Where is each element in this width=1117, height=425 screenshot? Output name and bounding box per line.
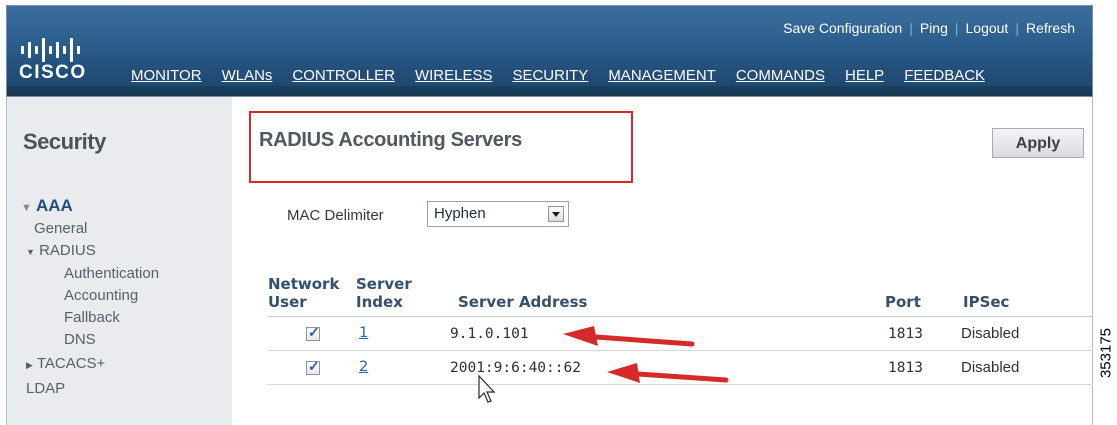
network-user-checkbox[interactable] <box>306 358 320 375</box>
logout-link[interactable]: Logout <box>959 20 1016 36</box>
sidebar-item-accounting[interactable]: Accounting <box>64 287 138 304</box>
server-index-link[interactable]: 1 <box>359 325 368 341</box>
chevron-down-icon <box>548 206 564 222</box>
save-configuration-link[interactable]: Save Configuration <box>776 20 909 36</box>
cisco-brand: CISCO <box>19 62 87 83</box>
nav-commands[interactable]: COMMANDS <box>726 64 835 94</box>
nav-monitor[interactable]: MONITOR <box>121 64 212 94</box>
sidebar-item-aaa[interactable]: ▼ AAA <box>21 196 73 216</box>
apply-button[interactable]: Apply <box>992 128 1084 158</box>
nav-security[interactable]: SECURITY <box>502 64 599 94</box>
col-header-port: Port <box>885 293 921 311</box>
sidebar-item-label: AAA <box>35 196 73 215</box>
network-user-checkbox[interactable] <box>306 324 320 341</box>
page-title: RADIUS Accounting Servers <box>259 129 522 151</box>
nav-feedback[interactable]: FEEDBACK <box>894 64 995 94</box>
nav-controller[interactable]: CONTROLLER <box>282 64 405 94</box>
mac-delimiter-label: MAC Delimiter <box>287 207 384 224</box>
nav-wlans[interactable]: WLANs <box>212 64 283 94</box>
nav-wireless[interactable]: WIRELESS <box>405 64 503 94</box>
main-nav: MONITOR WLANs CONTROLLER WIRELESS SECURI… <box>121 64 995 94</box>
mac-delimiter-value: Hyphen <box>434 205 486 222</box>
col-header-server-index: Server Index <box>356 275 412 311</box>
top-header: CISCO Save Configuration | Ping | Logout… <box>6 5 1093 97</box>
utility-links: Save Configuration | Ping | Logout | Ref… <box>776 20 1082 36</box>
triangle-right-icon: ▶ <box>26 360 33 370</box>
server-index-link[interactable]: 2 <box>359 359 368 375</box>
sidebar-item-general[interactable]: General <box>34 220 87 237</box>
col-header-network-user: Network User <box>268 275 340 311</box>
sidebar-item-ldap[interactable]: LDAP <box>26 380 65 397</box>
red-arrow-icon <box>607 363 729 383</box>
red-arrow-icon <box>563 326 695 347</box>
sidebar-item-dns[interactable]: DNS <box>64 331 96 348</box>
sidebar-item-fallback[interactable]: Fallback <box>64 309 120 326</box>
triangle-down-icon: ▼ <box>21 202 32 214</box>
triangle-down-icon: ▼ <box>26 247 35 257</box>
sidebar-item-label: RADIUS <box>39 242 96 259</box>
ping-link[interactable]: Ping <box>913 20 955 36</box>
ipsec-cell: Disabled <box>961 325 1020 342</box>
refresh-link[interactable]: Refresh <box>1019 20 1082 36</box>
ipsec-cell: Disabled <box>961 359 1020 376</box>
mouse-cursor-icon <box>478 374 496 403</box>
sidebar-item-radius[interactable]: ▼ RADIUS <box>26 242 96 259</box>
server-address-cell: 2001:9:6:40::62 <box>450 360 581 376</box>
server-address-cell: 9.1.0.101 <box>450 326 529 342</box>
sidebar-title: Security <box>23 129 106 154</box>
sidebar-item-label: TACACS+ <box>36 355 106 372</box>
sidebar-item-authentication[interactable]: Authentication <box>64 265 159 282</box>
sidebar: Security ▼ AAA General ▼ RADIUS Authenti… <box>6 97 232 425</box>
nav-help[interactable]: HELP <box>835 64 894 94</box>
sidebar-item-tacacs[interactable]: ▶ TACACS+ <box>26 355 105 372</box>
nav-management[interactable]: MANAGEMENT <box>598 64 726 94</box>
port-cell: 1813 <box>888 326 923 342</box>
col-header-server-address: Server Address <box>458 293 588 311</box>
col-header-ipsec: IPSec <box>963 293 1010 311</box>
mac-delimiter-select[interactable]: Hyphen <box>427 201 569 227</box>
figure-id: 353175 <box>1097 327 1115 379</box>
port-cell: 1813 <box>888 360 923 376</box>
